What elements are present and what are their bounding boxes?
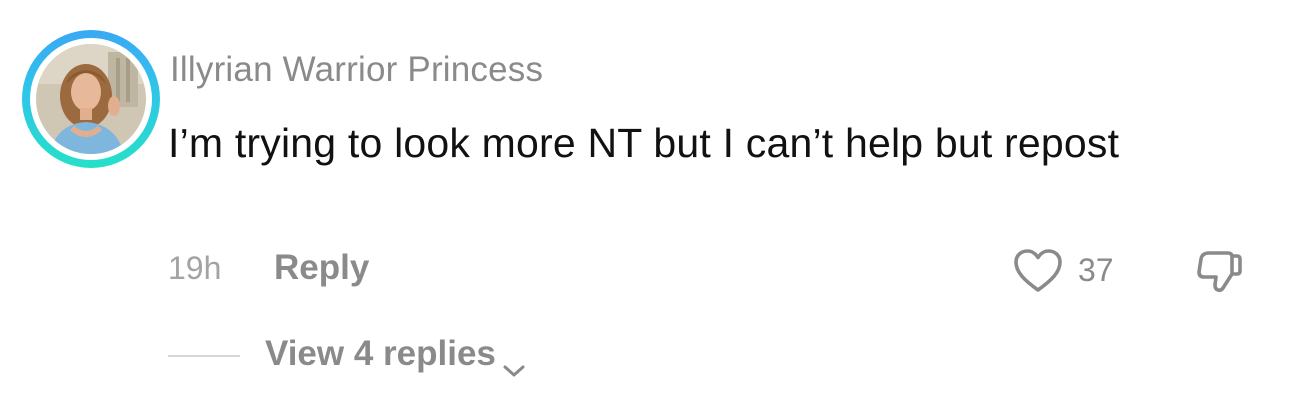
avatar-ring-gap — [30, 38, 152, 160]
avatar[interactable] — [36, 44, 146, 154]
comment-username[interactable]: Illyrian Warrior Princess — [170, 50, 543, 90]
view-replies-button[interactable]: View 4 replies — [265, 334, 526, 377]
like-count: 37 — [1078, 252, 1114, 288]
chevron-down-icon — [502, 348, 526, 377]
replies-divider — [168, 355, 240, 357]
comment-timestamp: 19h — [168, 250, 222, 286]
comment-text: I’m trying to look more NT but I can’t h… — [168, 120, 1120, 166]
view-replies-label: View 4 replies — [265, 334, 496, 373]
avatar-story-ring[interactable] — [22, 30, 160, 168]
reply-button[interactable]: Reply — [274, 248, 369, 288]
heart-outline-icon[interactable] — [1012, 248, 1064, 294]
avatar-photo — [36, 44, 146, 154]
thumbs-down-outline-icon[interactable] — [1192, 244, 1244, 296]
